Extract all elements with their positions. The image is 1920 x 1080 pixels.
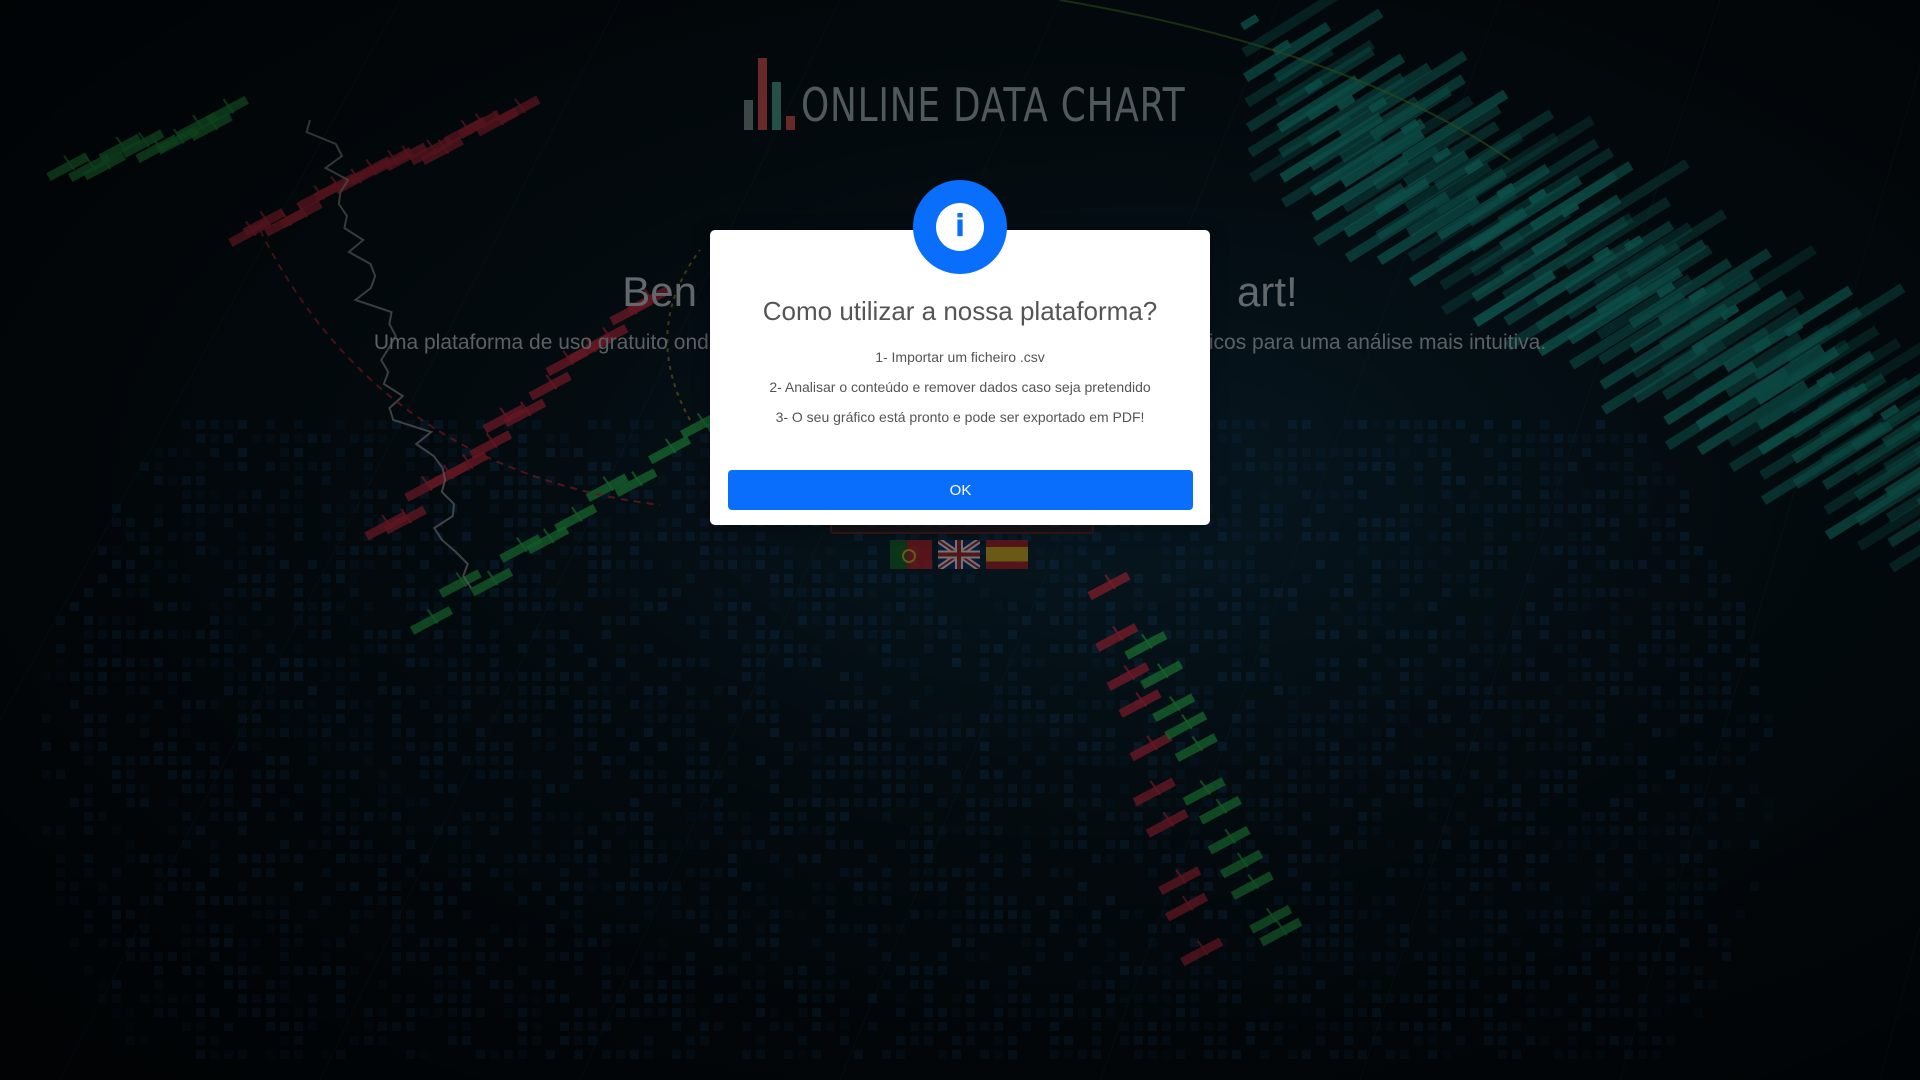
modal-step: 3- O seu gráfico está pronto e pode ser … — [775, 409, 1145, 425]
modal-title: Como utilizar a nossa plataforma? — [762, 296, 1158, 326]
page-background: ONLINE DATA CHART Ben art! Uma plataforma… — [0, 0, 1920, 1080]
info-icon-glyph: i — [936, 203, 984, 251]
modal-backdrop[interactable] — [0, 0, 1920, 1080]
modal-steps-list: 1- Importar um ficheiro .csv 2- Analisar… — [710, 348, 1210, 438]
info-icon: i — [913, 180, 1007, 274]
ok-button[interactable]: OK — [728, 470, 1193, 510]
info-modal: i Como utilizar a nossa plataforma? 1- I… — [710, 180, 1210, 525]
modal-step: 1- Importar um ficheiro .csv — [875, 349, 1045, 365]
modal-step: 2- Analisar o conteúdo e remover dados c… — [769, 379, 1151, 395]
